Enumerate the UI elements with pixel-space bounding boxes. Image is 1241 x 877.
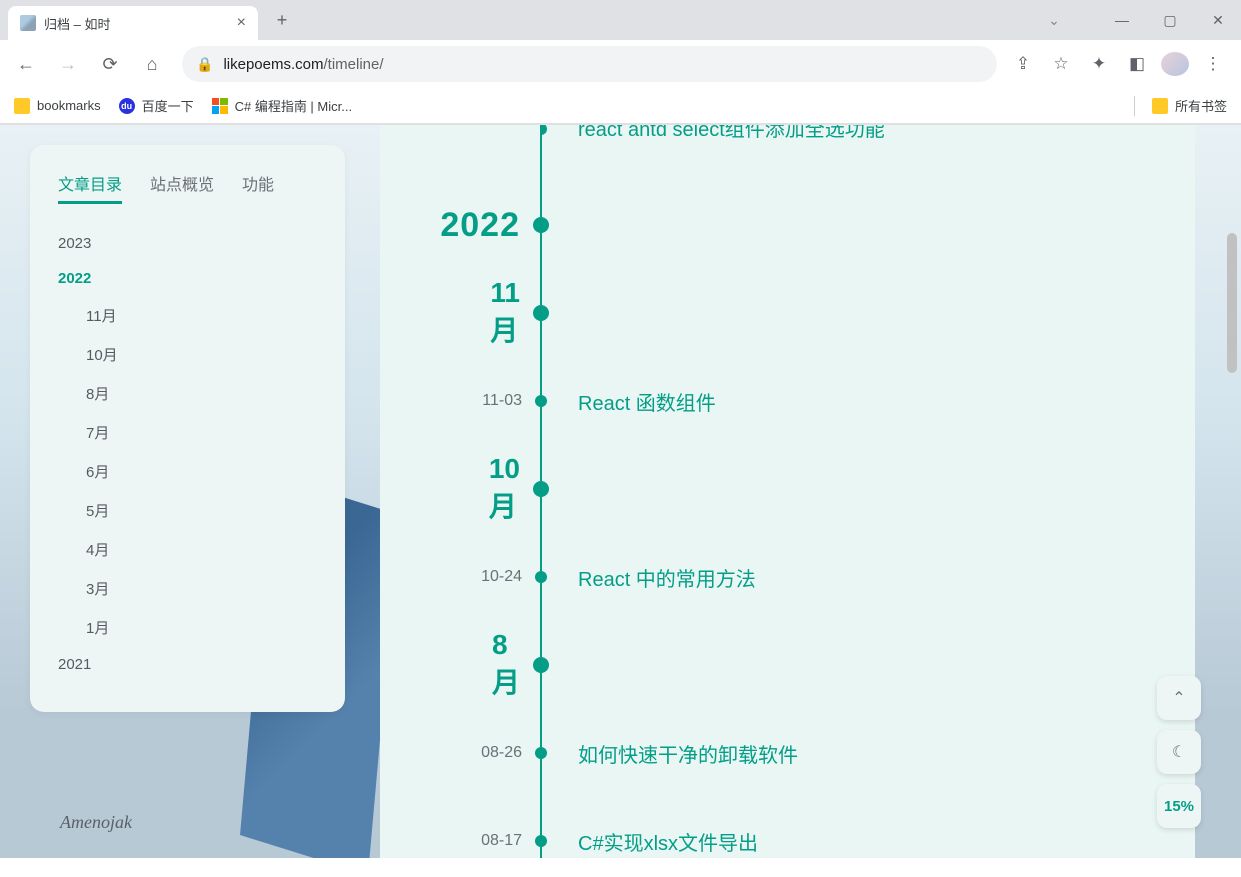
timeline-item: 01-04 react antd select组件添加全选功能 <box>542 125 1155 145</box>
scroll-top-button[interactable]: ⌃ <box>1157 676 1201 720</box>
sidebar-card: 文章目录 站点概览 功能 2023 2022 11月 10月 8月 7月 6月 … <box>30 145 345 712</box>
timeline-title[interactable]: 如何快速干净的卸载软件 <box>578 739 798 768</box>
all-bookmarks-button[interactable]: 所有书签 <box>1134 96 1227 116</box>
microsoft-icon <box>212 98 228 114</box>
timeline-date: 08-26 <box>442 744 522 762</box>
tab-site-overview[interactable]: 站点概览 <box>150 171 214 204</box>
favicon-icon <box>20 15 36 31</box>
month-label: 10月 <box>489 453 520 525</box>
maximize-icon[interactable]: ▢ <box>1147 4 1193 36</box>
toc-year[interactable]: 2023 <box>58 226 317 261</box>
toc-month[interactable]: 3月 <box>58 569 317 608</box>
page-area: Amenojak 文章目录 站点概览 功能 2023 2022 11月 10月 … <box>0 125 1241 858</box>
new-tab-button[interactable]: + <box>268 6 296 34</box>
dot-icon <box>535 571 547 583</box>
toc-month[interactable]: 10月 <box>58 335 317 374</box>
timeline-item: 08-26 如何快速干净的卸载软件 <box>542 723 1155 783</box>
timeline-date: 11-03 <box>442 392 522 410</box>
toc-month[interactable]: 7月 <box>58 413 317 452</box>
bookmarks-bar: bookmarks du 百度一下 C# 编程指南 | Micr... 所有书签 <box>0 88 1241 124</box>
timeline-item: 11-03 React 函数组件 <box>542 371 1155 431</box>
timeline-item: 10-24 React 中的常用方法 <box>542 547 1155 607</box>
toc-year[interactable]: 2022 <box>58 261 317 296</box>
timeline-month: 8月 <box>542 635 1155 695</box>
dot-icon <box>533 305 549 321</box>
browser-tab[interactable]: 归档 – 如时 × <box>8 6 258 40</box>
tab-toc[interactable]: 文章目录 <box>58 171 122 204</box>
dot-icon <box>533 657 549 673</box>
tab-functions[interactable]: 功能 <box>242 171 274 204</box>
folder-icon <box>1152 98 1168 114</box>
minimize-icon[interactable]: — <box>1099 4 1145 36</box>
close-window-icon[interactable]: ✕ <box>1195 4 1241 36</box>
timeline-title[interactable]: react antd select组件添加全选功能 <box>578 125 885 142</box>
timeline-item: 08-17 C#实现xlsx文件导出 <box>542 811 1155 858</box>
avatar[interactable] <box>1161 52 1189 76</box>
share-icon[interactable]: ⇪ <box>1009 54 1037 74</box>
extensions-icon[interactable]: ✦ <box>1085 54 1113 74</box>
tab-title: 归档 – 如时 <box>44 14 110 33</box>
timeline-title[interactable]: C#实现xlsx文件导出 <box>578 827 758 856</box>
scroll-thumb[interactable] <box>1227 233 1237 373</box>
home-button[interactable]: ⌂ <box>134 46 170 82</box>
back-button[interactable]: ← <box>8 46 44 82</box>
folder-icon <box>14 98 30 114</box>
chevron-down-icon[interactable]: ⌄ <box>1031 4 1077 36</box>
side-panel-icon[interactable]: ◧ <box>1123 54 1151 74</box>
reload-button[interactable]: ⟳ <box>92 46 128 82</box>
month-label: 11月 <box>490 277 520 349</box>
dot-icon <box>533 481 549 497</box>
timeline-card: 01-04 react antd select组件添加全选功能 2022 11月… <box>380 125 1195 858</box>
bookmark-item[interactable]: C# 编程指南 | Micr... <box>212 96 353 115</box>
timeline-month: 10月 <box>542 459 1155 519</box>
bookmark-item[interactable]: bookmarks <box>14 98 101 114</box>
toc-month[interactable]: 8月 <box>58 374 317 413</box>
timeline-year: 2022 <box>542 195 1155 255</box>
toc-month[interactable]: 5月 <box>58 491 317 530</box>
dark-mode-button[interactable]: ☾ <box>1157 730 1201 774</box>
toc-month[interactable]: 4月 <box>58 530 317 569</box>
dot-icon <box>542 125 547 135</box>
timeline-date: 10-24 <box>442 568 522 586</box>
toc-year[interactable]: 2021 <box>58 647 317 682</box>
bookmark-label: C# 编程指南 | Micr... <box>235 96 353 115</box>
scrollbar[interactable] <box>1225 233 1239 844</box>
all-bookmarks-label: 所有书签 <box>1175 96 1227 115</box>
baidu-icon: du <box>119 98 135 114</box>
url-text: likepoems.com/timeline/ <box>223 56 983 73</box>
window-controls: ⌄ — ▢ ✕ <box>1031 4 1241 36</box>
month-label: 8月 <box>492 629 520 701</box>
tab-bar: 归档 – 如时 × + ⌄ — ▢ ✕ <box>0 0 1241 40</box>
star-icon[interactable]: ☆ <box>1047 54 1075 74</box>
close-icon[interactable]: × <box>237 14 246 32</box>
toc-month[interactable]: 1月 <box>58 608 317 647</box>
bookmark-label: bookmarks <box>37 98 101 113</box>
url-bar[interactable]: 🔒 likepoems.com/timeline/ <box>182 46 997 82</box>
lock-icon: 🔒 <box>196 56 213 73</box>
bookmark-item[interactable]: du 百度一下 <box>119 96 194 115</box>
signature: Amenojak <box>60 812 132 833</box>
forward-button: → <box>50 46 86 82</box>
dot-icon <box>535 835 547 847</box>
dot-icon <box>533 217 549 233</box>
toc-month[interactable]: 6月 <box>58 452 317 491</box>
dot-icon <box>535 395 547 407</box>
dot-icon <box>535 747 547 759</box>
toc-month[interactable]: 11月 <box>58 296 317 335</box>
menu-icon[interactable]: ⋮ <box>1199 54 1227 74</box>
timeline-title[interactable]: React 函数组件 <box>578 387 716 416</box>
year-label: 2022 <box>440 206 520 245</box>
bookmark-label: 百度一下 <box>142 96 194 115</box>
timeline-title[interactable]: React 中的常用方法 <box>578 563 756 592</box>
timeline-month: 11月 <box>542 283 1155 343</box>
scroll-percent[interactable]: 15% <box>1157 784 1201 828</box>
nav-bar: ← → ⟳ ⌂ 🔒 likepoems.com/timeline/ ⇪ ☆ ✦ … <box>0 40 1241 88</box>
timeline-date: 08-17 <box>442 832 522 850</box>
